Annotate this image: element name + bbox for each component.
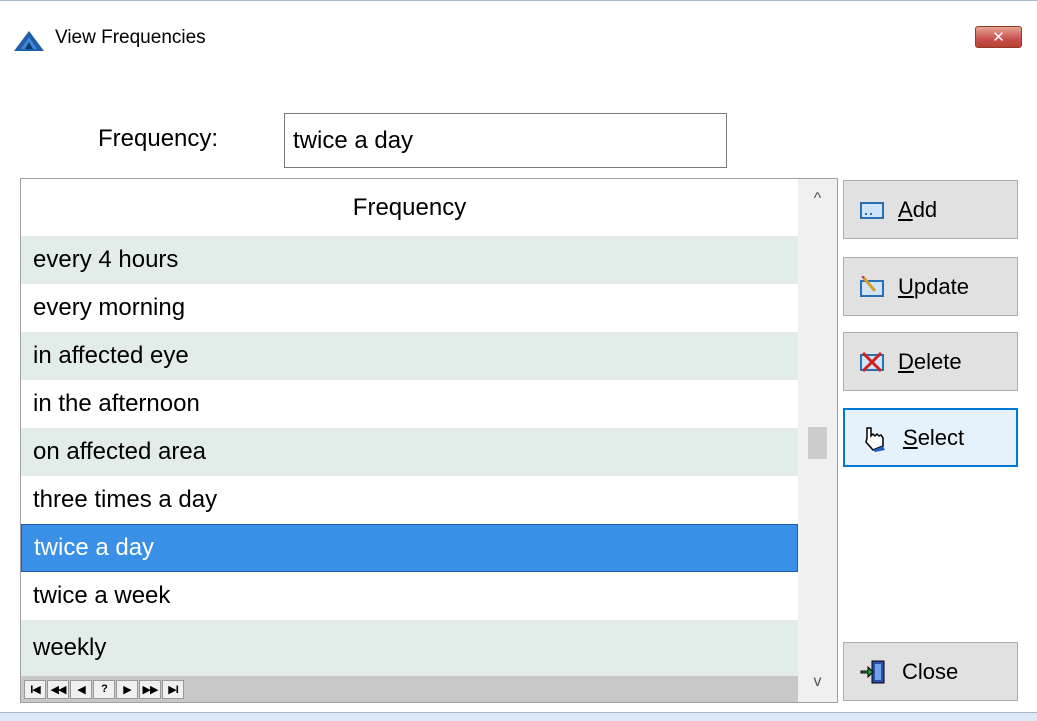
update-label: Update bbox=[898, 273, 969, 299]
delete-icon bbox=[860, 351, 884, 372]
hand-pointer-icon bbox=[865, 426, 885, 452]
grid-row[interactable]: three times a day bbox=[21, 476, 798, 524]
prev-record-button[interactable]: ◀ bbox=[70, 679, 92, 699]
add-button[interactable]: Add bbox=[843, 180, 1018, 239]
grid-row[interactable]: in affected eye bbox=[21, 332, 798, 380]
grid-row[interactable]: in the afternoon bbox=[21, 380, 798, 428]
view-frequencies-window: View Frequencies ✕ Frequency: Frequency … bbox=[0, 0, 1037, 721]
grid-row[interactable]: every morning bbox=[21, 284, 798, 332]
record-navigator: I◀ ◀◀ ◀ ? ▶ ▶▶ ▶I bbox=[21, 676, 798, 702]
delete-button[interactable]: Delete bbox=[843, 332, 1018, 391]
title-bar: View Frequencies ✕ bbox=[0, 1, 1037, 79]
find-button[interactable]: ? bbox=[93, 679, 115, 699]
app-logo-icon bbox=[14, 31, 44, 51]
first-record-button[interactable]: I◀ bbox=[24, 679, 46, 699]
grid-row[interactable]: weekly bbox=[21, 620, 798, 676]
delete-label: Delete bbox=[898, 348, 962, 374]
grid-row[interactable]: every 4 hours bbox=[21, 236, 798, 284]
frequency-label: Frequency: bbox=[98, 125, 219, 152]
update-icon bbox=[860, 275, 884, 297]
vertical-scrollbar[interactable]: ^ v bbox=[798, 179, 837, 702]
exit-door-icon bbox=[860, 660, 885, 683]
window-title: View Frequencies bbox=[55, 27, 206, 48]
close-button[interactable]: Close bbox=[843, 642, 1018, 701]
column-header-frequency[interactable]: Frequency bbox=[21, 179, 798, 236]
close-label: Close bbox=[902, 658, 959, 684]
prev-page-button[interactable]: ◀◀ bbox=[47, 679, 69, 699]
grid-row[interactable]: on affected area bbox=[21, 428, 798, 476]
next-page-button[interactable]: ▶▶ bbox=[139, 679, 161, 699]
last-record-button[interactable]: ▶I bbox=[162, 679, 184, 699]
close-icon: ✕ bbox=[992, 29, 1005, 46]
add-label: Add bbox=[898, 196, 938, 222]
select-button[interactable]: Select bbox=[843, 408, 1018, 467]
frequency-grid: Frequency every 4 hours every morning in… bbox=[20, 178, 838, 703]
grid-row-selected[interactable]: twice a day bbox=[21, 524, 798, 572]
close-window-button[interactable]: ✕ bbox=[975, 26, 1022, 48]
scroll-up-arrow-icon[interactable]: ^ bbox=[798, 179, 837, 219]
scroll-down-arrow-icon[interactable]: v bbox=[798, 662, 837, 702]
window-bottom-edge bbox=[0, 712, 1037, 721]
update-button[interactable]: Update bbox=[843, 257, 1018, 316]
grid-row[interactable]: twice a week bbox=[21, 572, 798, 620]
scroll-thumb[interactable] bbox=[808, 427, 827, 459]
frequency-input[interactable] bbox=[284, 113, 727, 168]
add-icon bbox=[860, 201, 884, 219]
select-label: Select bbox=[903, 424, 965, 450]
next-record-button[interactable]: ▶ bbox=[116, 679, 138, 699]
